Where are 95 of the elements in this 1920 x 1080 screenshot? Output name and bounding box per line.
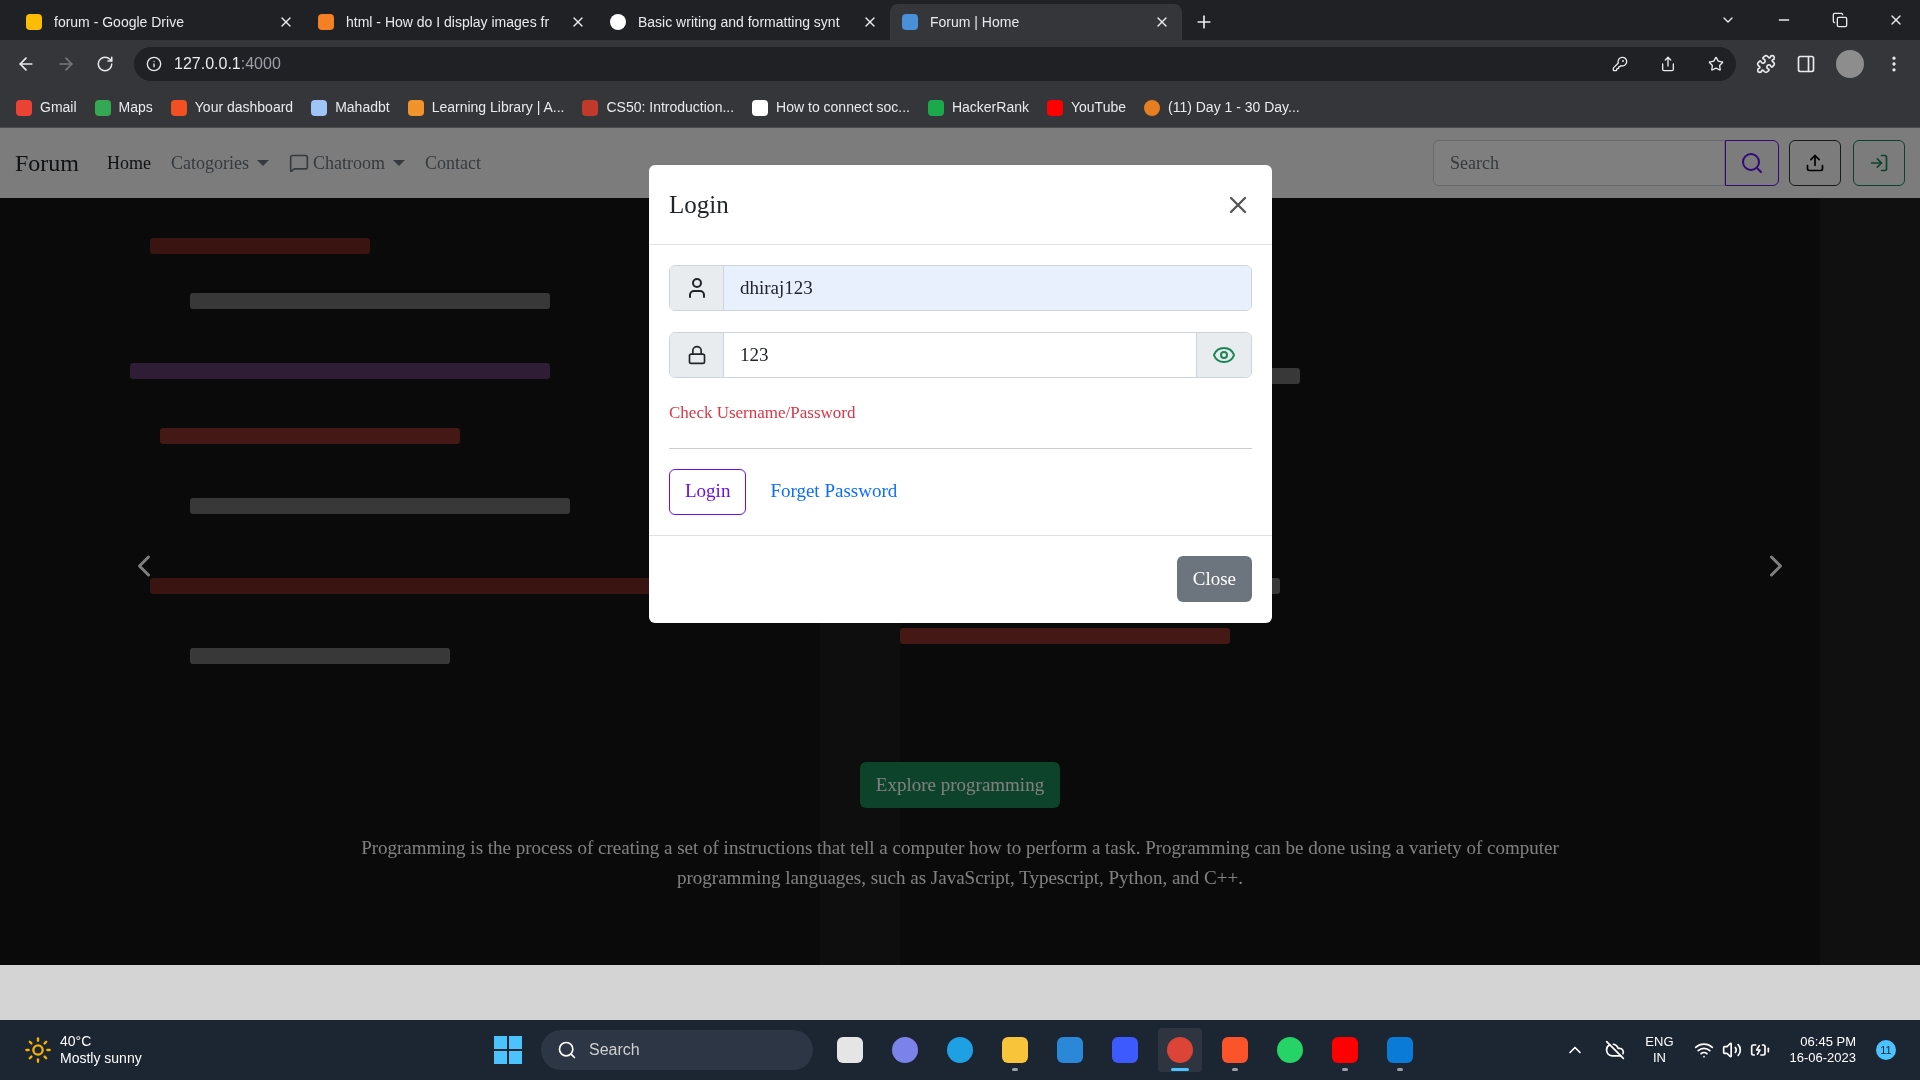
site-icon [1144,99,1160,116]
app-icon [892,1037,918,1063]
url-text: 127.0.0.1:4000 [174,54,281,74]
wifi-icon[interactable] [1693,1040,1714,1060]
search-icon [1740,151,1764,175]
avatar[interactable] [1836,50,1864,78]
site-icon [311,99,328,116]
app-icon [1167,1037,1193,1063]
region-text[interactable]: IN [1652,1050,1666,1067]
site-icon [902,14,918,30]
error-message: Check Username/Password [669,402,857,424]
tab-title: html - How do I display images fr [346,12,551,32]
temperature: 40°C [60,1032,93,1050]
weather-condition: Mostly sunny [60,1050,142,1068]
info-icon [146,56,162,72]
close-button[interactable]: Close [1176,556,1252,602]
caret-icon [257,160,269,166]
site-icon [1046,99,1063,116]
side-panel-icon[interactable] [1796,54,1816,74]
bookmark[interactable]: YouTube [1046,97,1126,118]
app-icon [1002,1037,1028,1063]
upload-icon [1805,153,1825,173]
app-icon [1222,1037,1248,1063]
site-icon [752,99,769,116]
site-icon [94,99,111,116]
site-icon [170,99,187,116]
site-icon [318,14,334,30]
running-indicator [1342,1068,1348,1071]
site-icon [26,14,42,30]
tab-title: Forum | Home [930,12,1021,32]
running-indicator [1232,1068,1238,1071]
app-icon [1332,1037,1358,1063]
key-icon[interactable] [1612,56,1628,72]
browser-tab[interactable]: Basic writing and formatting synt [598,4,890,40]
dialog-title: Login [669,189,729,220]
taskbar-app[interactable] [1158,1028,1202,1072]
star-icon[interactable] [1708,56,1724,72]
login-button[interactable] [1853,140,1905,186]
caret-icon [393,160,405,166]
browser-tab[interactable]: Forum | Home [890,4,1182,40]
bookmark[interactable]: HackerRank [927,97,1029,118]
search-icon [557,1040,577,1060]
bookmark[interactable]: How to connect soc... [752,97,910,118]
cloud-icon[interactable] [1605,1040,1626,1060]
notification-badge[interactable]: 11 [1876,1040,1896,1060]
forgot-password-link[interactable]: Forget Password [770,477,898,506]
clock-date[interactable]: 16-06-2023 [1789,1050,1856,1067]
app-icon [837,1037,863,1063]
app-icon [947,1037,973,1063]
caption-text: Programming is the process of creating a set of instructions that tell a computer how to perform a task. Programming can be done using a variety of computer programming languages, such as JavaScript, Typescript, Python, and C++. [360,836,1560,890]
language-text[interactable]: ENG [1645,1033,1674,1050]
chat-icon [289,153,309,173]
site-icon [610,14,626,30]
running-indicator [1012,1068,1018,1071]
tab-title: Basic writing and formatting synt [638,12,841,32]
nav-link[interactable]: Home [107,149,151,177]
bookmark[interactable]: Gmail [16,97,77,118]
bookmark[interactable]: Maps [94,97,153,118]
browser-tab[interactable]: forum - Google Drive [14,4,306,40]
tab-title: forum - Google Drive [54,12,185,32]
running-indicator [1171,1068,1189,1071]
search-field[interactable]: Search [1433,140,1725,186]
share-icon[interactable] [1660,56,1676,72]
app-icon [1277,1037,1303,1063]
weather-icon [24,1036,52,1064]
site-icon [927,99,944,116]
bookmark[interactable]: Mahadbt [311,97,390,118]
search-placeholder: Search [589,1040,640,1060]
bookmark[interactable]: Learning Library | A... [407,97,565,118]
lock-icon [686,345,707,365]
extensions-icon[interactable] [1756,54,1776,74]
site-icon [582,99,599,116]
clock-time[interactable]: 06:45 PM [1800,1033,1856,1050]
login-icon [1869,153,1889,173]
start-icon[interactable] [494,1036,522,1064]
brand[interactable]: Forum [15,145,79,181]
upload-button[interactable] [1789,140,1841,186]
bookmark[interactable]: CS50: Introduction... [582,97,735,118]
address-bar[interactable]: 127.0.0.1:4000 [134,47,1736,81]
browser-tab[interactable]: html - How do I display images fr [306,4,598,40]
search-button[interactable] [1725,140,1779,186]
app-icon [1112,1037,1138,1063]
app-icon [1387,1037,1413,1063]
bookmark[interactable]: Your dashboard [170,97,294,118]
site-icon [407,99,424,116]
restore-icon[interactable] [1832,12,1848,28]
bookmark[interactable]: (11) Day 1 - 30 Day... [1144,97,1300,118]
taskbar-search[interactable]: Search [541,1030,813,1070]
volume-icon[interactable] [1721,1040,1742,1060]
site-icon [16,99,32,116]
password-field[interactable]: 123 [669,332,1252,378]
reload-icon[interactable] [96,55,114,73]
login-button[interactable]: Login [669,468,747,515]
running-indicator [1397,1068,1403,1071]
app-icon [1057,1037,1083,1063]
